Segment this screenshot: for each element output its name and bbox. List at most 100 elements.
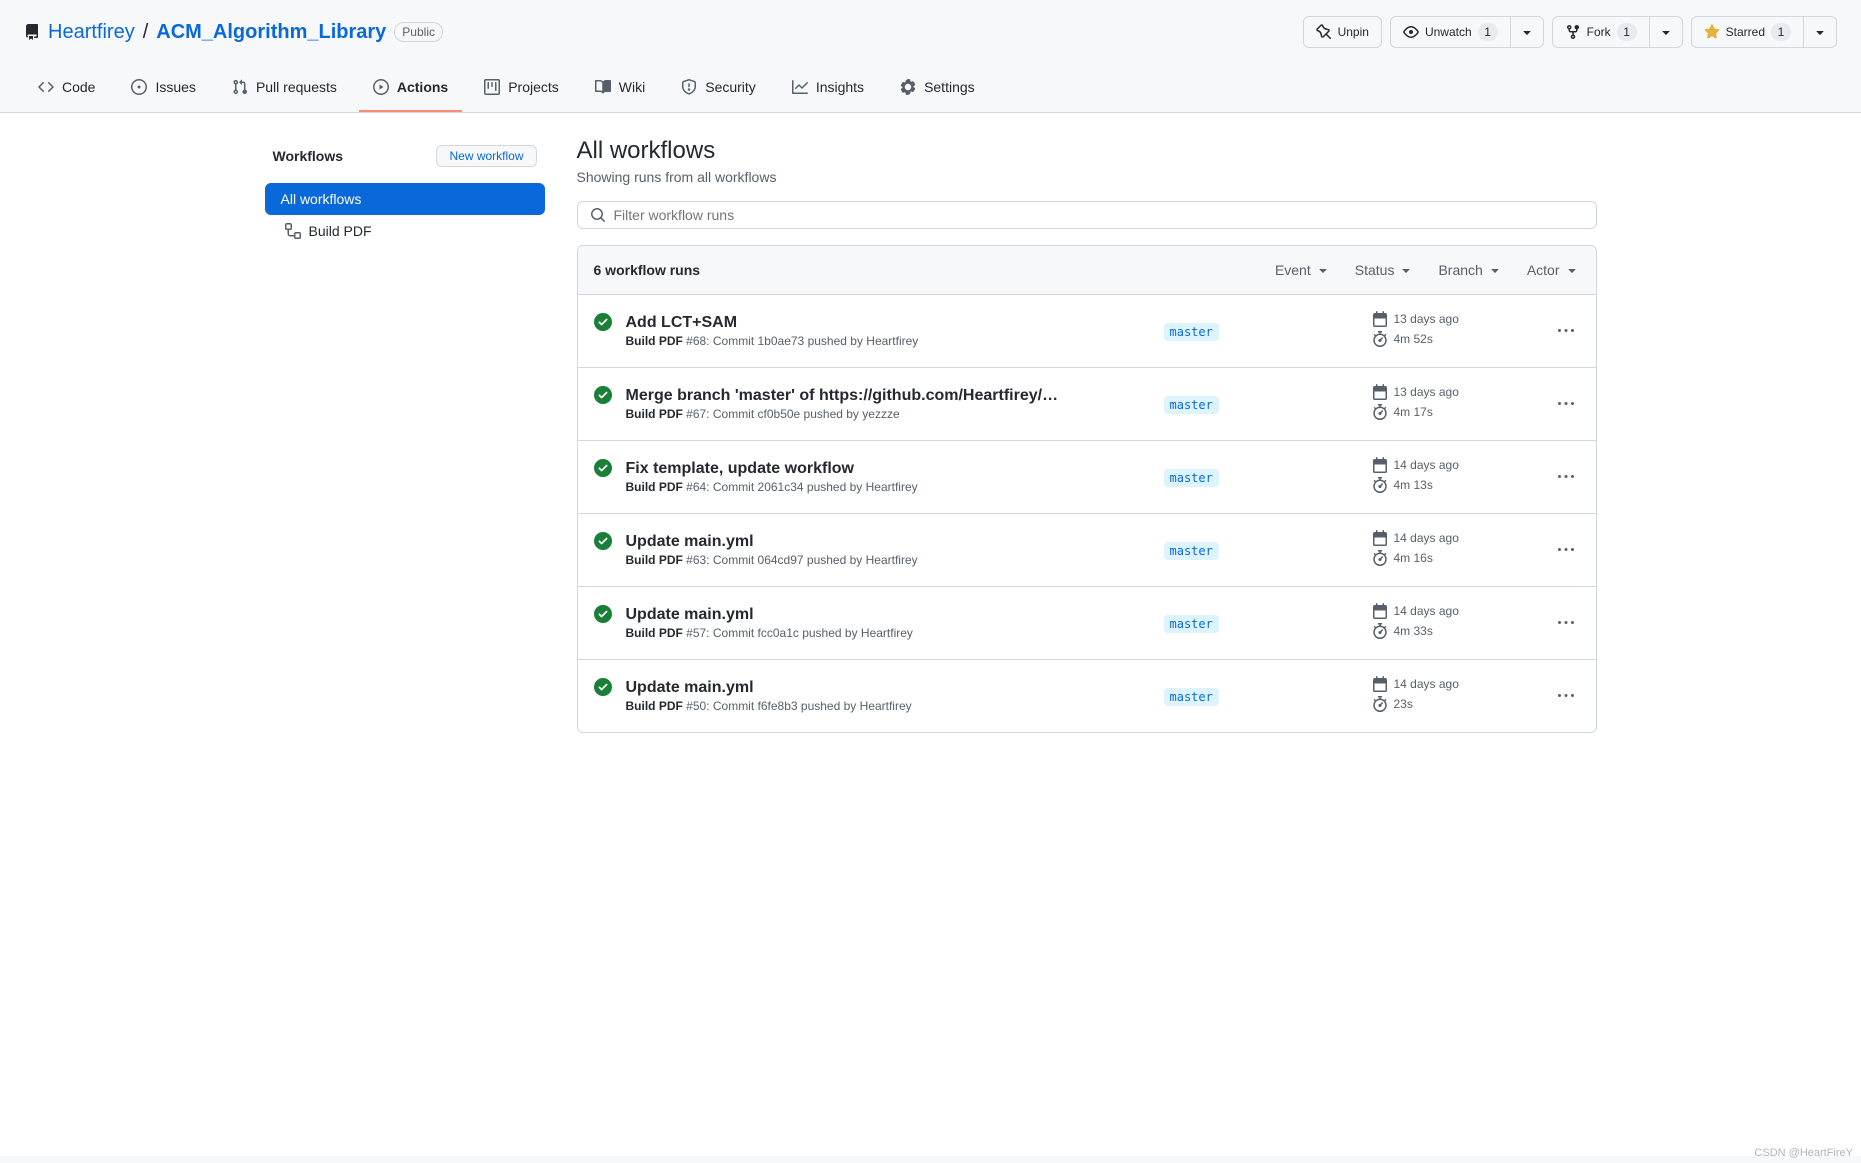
tab-settings[interactable]: Settings bbox=[886, 64, 989, 112]
star-count: 1 bbox=[1771, 23, 1791, 41]
run-description: Build PDF #64: Commit 2061c34 pushed by … bbox=[626, 480, 1156, 494]
sidebar-item-build-pdf[interactable]: Build PDF bbox=[265, 215, 545, 247]
run-title[interactable]: Fix template, update workflow bbox=[626, 460, 1086, 478]
visibility-badge: Public bbox=[394, 22, 443, 42]
fork-button[interactable]: Fork 1 bbox=[1552, 16, 1650, 48]
run-time: 14 days ago bbox=[1372, 530, 1532, 546]
unwatch-caret[interactable] bbox=[1511, 16, 1544, 48]
repo-icon bbox=[24, 24, 40, 40]
issue-icon bbox=[131, 79, 147, 95]
run-description: Build PDF #57: Commit fcc0a1c pushed by … bbox=[626, 626, 1156, 640]
unwatch-button[interactable]: Unwatch 1 bbox=[1390, 16, 1511, 48]
run-time: 14 days ago bbox=[1372, 457, 1532, 473]
run-description: Build PDF #68: Commit 1b0ae73 pushed by … bbox=[626, 334, 1156, 348]
run-description: Build PDF #67: Commit cf0b50e pushed by … bbox=[626, 407, 1156, 421]
run-title[interactable]: Update main.yml bbox=[626, 606, 1086, 624]
run-row[interactable]: Update main.yml Build PDF #57: Commit fc… bbox=[578, 587, 1596, 660]
tab-projects[interactable]: Projects bbox=[470, 64, 573, 112]
project-icon bbox=[484, 79, 500, 95]
calendar-icon bbox=[1372, 676, 1388, 692]
run-menu-button[interactable] bbox=[1552, 463, 1580, 491]
runs-count: 6 workflow runs bbox=[594, 262, 701, 278]
filter-branch[interactable]: Branch bbox=[1438, 262, 1502, 278]
tab-insights[interactable]: Insights bbox=[778, 64, 878, 112]
gear-icon bbox=[900, 79, 916, 95]
code-icon bbox=[38, 79, 54, 95]
branch-label[interactable]: master bbox=[1164, 323, 1219, 341]
calendar-icon bbox=[1372, 457, 1388, 473]
calendar-icon bbox=[1372, 603, 1388, 619]
branch-label[interactable]: master bbox=[1164, 542, 1219, 560]
tab-code[interactable]: Code bbox=[24, 64, 109, 112]
caret-down-icon bbox=[1658, 24, 1674, 40]
run-time: 13 days ago bbox=[1372, 384, 1532, 400]
kebab-icon bbox=[1558, 542, 1574, 558]
graph-icon bbox=[792, 79, 808, 95]
caret-down-icon bbox=[1398, 262, 1414, 278]
run-menu-button[interactable] bbox=[1552, 390, 1580, 418]
tab-actions[interactable]: Actions bbox=[359, 64, 462, 112]
calendar-icon bbox=[1372, 384, 1388, 400]
search-icon bbox=[590, 207, 606, 223]
status-success-icon bbox=[594, 676, 618, 696]
workflow-icon bbox=[285, 223, 301, 239]
stopwatch-icon bbox=[1372, 404, 1388, 420]
run-description: Build PDF #63: Commit 064cd97 pushed by … bbox=[626, 553, 1156, 567]
tab-pull-requests[interactable]: Pull requests bbox=[218, 64, 351, 112]
branch-label[interactable]: master bbox=[1164, 688, 1219, 706]
run-row[interactable]: Fix template, update workflow Build PDF … bbox=[578, 441, 1596, 514]
run-menu-button[interactable] bbox=[1552, 536, 1580, 564]
filter-input[interactable] bbox=[614, 207, 1584, 223]
run-duration: 4m 17s bbox=[1372, 404, 1532, 420]
run-menu-button[interactable] bbox=[1552, 317, 1580, 345]
calendar-icon bbox=[1372, 530, 1388, 546]
new-workflow-button[interactable]: New workflow bbox=[436, 145, 536, 167]
status-success-icon bbox=[594, 457, 618, 477]
kebab-icon bbox=[1558, 323, 1574, 339]
branch-label[interactable]: master bbox=[1164, 396, 1219, 414]
run-menu-button[interactable] bbox=[1552, 682, 1580, 710]
fork-caret[interactable] bbox=[1650, 16, 1683, 48]
branch-label[interactable]: master bbox=[1164, 615, 1219, 633]
run-row[interactable]: Update main.yml Build PDF #50: Commit f6… bbox=[578, 660, 1596, 732]
run-duration: 23s bbox=[1372, 696, 1532, 712]
status-success-icon bbox=[594, 603, 618, 623]
caret-down-icon bbox=[1315, 262, 1331, 278]
kebab-icon bbox=[1558, 615, 1574, 631]
starred-button[interactable]: Starred 1 bbox=[1691, 16, 1804, 48]
run-title[interactable]: Update main.yml bbox=[626, 533, 1086, 551]
tab-issues[interactable]: Issues bbox=[117, 64, 209, 112]
run-row[interactable]: Merge branch 'master' of https://github.… bbox=[578, 368, 1596, 441]
unpin-button[interactable]: Unpin bbox=[1303, 16, 1382, 48]
fork-icon bbox=[1565, 24, 1581, 40]
tab-wiki[interactable]: Wiki bbox=[581, 64, 659, 112]
stopwatch-icon bbox=[1372, 623, 1388, 639]
status-success-icon bbox=[594, 311, 618, 331]
page-subtitle: Showing runs from all workflows bbox=[577, 169, 1597, 185]
star-caret[interactable] bbox=[1804, 16, 1837, 48]
kebab-icon bbox=[1558, 688, 1574, 704]
run-menu-button[interactable] bbox=[1552, 609, 1580, 637]
filter-event[interactable]: Event bbox=[1275, 262, 1331, 278]
run-row[interactable]: Update main.yml Build PDF #63: Commit 06… bbox=[578, 514, 1596, 587]
stopwatch-icon bbox=[1372, 331, 1388, 347]
kebab-icon bbox=[1558, 469, 1574, 485]
sidebar-item-all-workflows[interactable]: All workflows bbox=[265, 183, 545, 215]
repo-owner-link[interactable]: Heartfirey bbox=[48, 21, 135, 44]
run-title[interactable]: Update main.yml bbox=[626, 679, 1086, 697]
run-duration: 4m 13s bbox=[1372, 477, 1532, 493]
caret-down-icon bbox=[1519, 24, 1535, 40]
fork-count: 1 bbox=[1617, 23, 1637, 41]
repo-name-link[interactable]: ACM_Algorithm_Library bbox=[156, 21, 386, 44]
play-icon bbox=[373, 79, 389, 95]
run-title[interactable]: Merge branch 'master' of https://github.… bbox=[626, 387, 1086, 405]
run-duration: 4m 33s bbox=[1372, 623, 1532, 639]
run-row[interactable]: Add LCT+SAM Build PDF #68: Commit 1b0ae7… bbox=[578, 295, 1596, 368]
filter-status[interactable]: Status bbox=[1355, 262, 1415, 278]
run-title[interactable]: Add LCT+SAM bbox=[626, 314, 1086, 332]
filter-actor[interactable]: Actor bbox=[1527, 262, 1580, 278]
filter-bar[interactable] bbox=[577, 201, 1597, 229]
tab-security[interactable]: Security bbox=[667, 64, 770, 112]
branch-label[interactable]: master bbox=[1164, 469, 1219, 487]
pr-icon bbox=[232, 79, 248, 95]
